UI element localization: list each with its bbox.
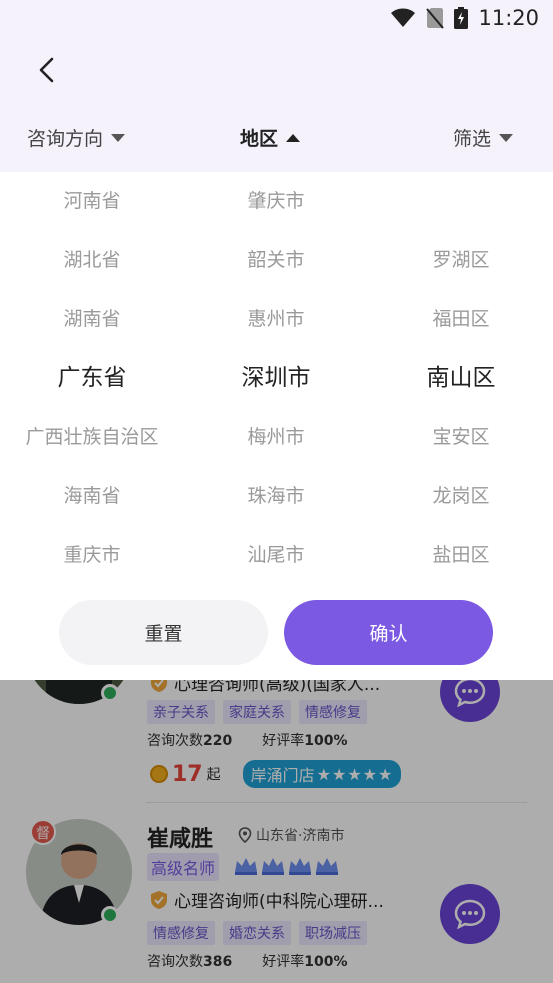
city-option[interactable]: 梅州市 <box>184 408 368 467</box>
caret-up-icon <box>286 133 301 142</box>
dim-overlay[interactable] <box>0 680 553 983</box>
region-filter-sheet: 11:20 咨询方向 地区 筛选 河南省 湖北省 湖南省 广东省 广西壮族自治区 海南省重… <box>0 0 553 680</box>
province-option[interactable]: 海南省 <box>0 467 184 526</box>
tab-consult-direction[interactable]: 咨询方向 <box>27 124 126 151</box>
action-bar: 重置 确认 <box>0 584 553 680</box>
tab-region[interactable]: 地区 <box>240 124 301 151</box>
province-option[interactable]: 河南省 <box>0 172 184 231</box>
confirm-button[interactable]: 确认 <box>284 600 493 665</box>
no-sim-icon <box>426 8 445 29</box>
province-option[interactable]: 广西壮族自治区 <box>0 408 184 467</box>
tab-filter[interactable]: 筛选 <box>453 124 514 151</box>
province-option[interactable]: 广东省 <box>0 349 184 408</box>
district-option[interactable]: 福田区 <box>369 290 553 349</box>
province-option[interactable]: 重庆市 <box>0 526 184 585</box>
status-bar: 11:20 <box>0 0 553 38</box>
city-option[interactable]: 肇庆市 <box>184 172 368 231</box>
caret-down-icon <box>499 133 514 142</box>
clock: 11:20 <box>478 6 539 30</box>
province-option[interactable]: 湖南省 <box>0 290 184 349</box>
reset-button[interactable]: 重置 <box>59 600 268 665</box>
province-wheel[interactable]: 河南省 湖北省 湖南省 广东省 广西壮族自治区 海南省 重庆市 <box>0 172 184 584</box>
district-wheel[interactable]: 罗湖区 福田区 南山区 宝安区 龙岗区 盐田区 <box>369 172 553 584</box>
district-option[interactable]: 龙岗区 <box>369 467 553 526</box>
battery-charging-icon <box>454 7 469 29</box>
district-option[interactable] <box>369 172 553 231</box>
district-option[interactable]: 罗湖区 <box>369 231 553 290</box>
back-button[interactable] <box>30 52 62 88</box>
province-option[interactable]: 湖北省 <box>0 231 184 290</box>
district-option[interactable]: 南山区 <box>369 349 553 408</box>
city-option[interactable]: 珠海市 <box>184 467 368 526</box>
city-option[interactable]: 汕尾市 <box>184 526 368 585</box>
city-option[interactable]: 惠州市 <box>184 290 368 349</box>
city-option[interactable]: 深圳市 <box>184 349 368 408</box>
filter-tabs: 咨询方向 地区 筛选 <box>0 118 553 158</box>
district-option[interactable]: 盐田区 <box>369 526 553 585</box>
city-wheel[interactable]: 肇庆市 韶关市 惠州市 深圳市 梅州市 珠海市 汕尾市 <box>184 172 368 584</box>
district-option[interactable]: 宝安区 <box>369 408 553 467</box>
region-picker: 河南省 湖北省 湖南省 广东省 广西壮族自治区 海南省 重庆市 肇庆市 韶关市 惠州市 深圳市 梅州… <box>0 172 553 584</box>
city-option[interactable]: 韶关市 <box>184 231 368 290</box>
caret-down-icon <box>111 133 126 142</box>
wifi-icon <box>391 8 416 27</box>
chevron-left-icon <box>39 57 54 83</box>
